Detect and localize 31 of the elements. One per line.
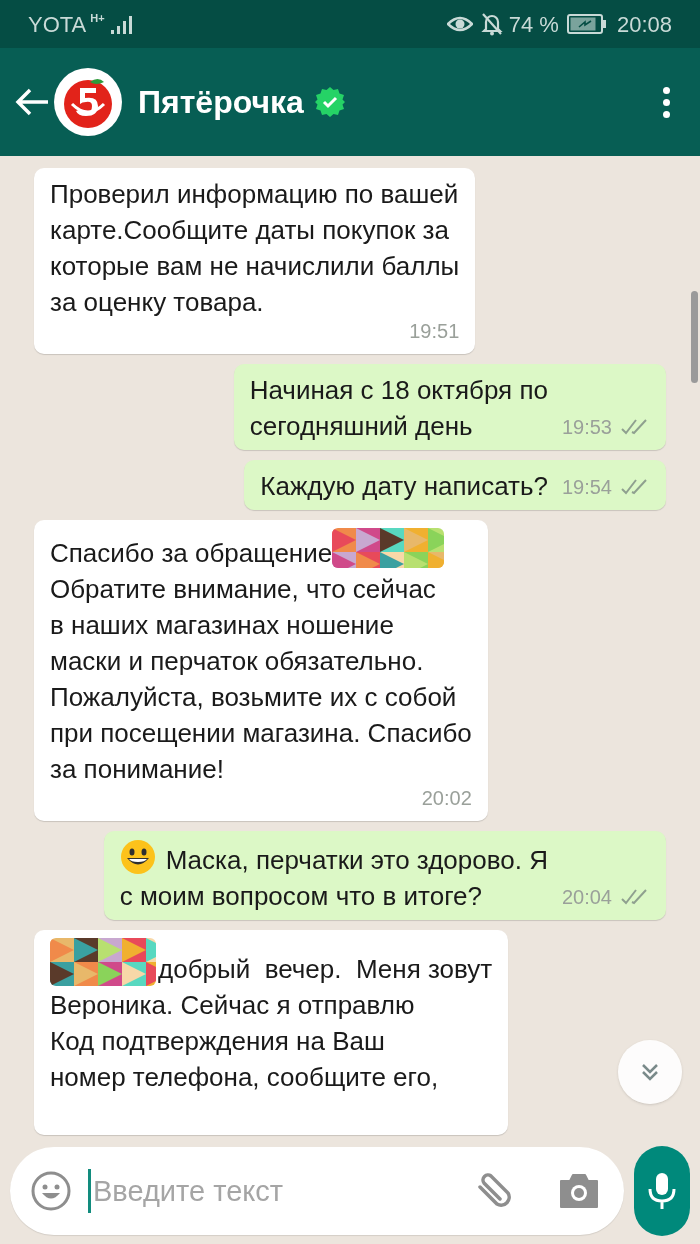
message-time: 19:53 xyxy=(561,415,612,440)
emoji-icon[interactable] xyxy=(30,1170,72,1212)
message-text: Начиная с 18 октября по сегодняшний день xyxy=(249,375,548,441)
clock-time: 20:08 xyxy=(616,10,672,39)
message-text: Проверил информацию по вашей карте.Сообщите даты покупок за которые вам не начислили баллы за оценку товара. xyxy=(50,179,460,317)
microphone-button[interactable] xyxy=(634,1146,690,1236)
message-time: 19:54 xyxy=(561,475,612,500)
scroll-down-button[interactable] xyxy=(618,1040,682,1104)
message-time: 20:04 xyxy=(561,885,612,910)
scrollbar-thumb[interactable] xyxy=(691,291,698,383)
message-input-field[interactable]: Введите текст xyxy=(10,1147,624,1235)
message-text: Каждую дату написать? xyxy=(260,471,548,501)
message-text: Спасибо за обращение xyxy=(50,538,333,568)
microphone-icon xyxy=(647,1171,677,1211)
message-text: добрый вечер. Меня зовут xyxy=(158,954,493,984)
camera-icon[interactable] xyxy=(558,1172,600,1210)
carrier-name: YOTA xyxy=(28,10,87,39)
bell-off-icon xyxy=(480,12,503,36)
eye-icon xyxy=(446,14,473,34)
message-text: Обратите внимание, что сейчас в наших магазинах ношение маски и перчаток обязательно. Пожалуйста, возьмите их с собой при посещении магазина. Спасибо за понимание! xyxy=(50,574,472,784)
message-text: Вероника. Сейчас я отправлю Код подтверждения на Ваш номер телефона, сообщите его, xyxy=(50,990,439,1092)
message-time: 20:02 xyxy=(421,786,472,811)
message-text: Маска, перчатки это здорово. Я xyxy=(165,845,548,875)
message-input-field[interactable]: Введите текст xyxy=(88,1169,470,1213)
battery-percent: 74 % xyxy=(508,10,559,39)
battery-icon xyxy=(566,14,607,34)
contact-name[interactable]: Пятёрочка xyxy=(138,78,304,126)
message-time: 19:51 xyxy=(409,319,460,344)
more-options-icon[interactable] xyxy=(663,86,670,118)
message-text: с моим вопросом что в итоге? xyxy=(119,881,482,911)
back-arrow-icon[interactable] xyxy=(14,86,50,118)
